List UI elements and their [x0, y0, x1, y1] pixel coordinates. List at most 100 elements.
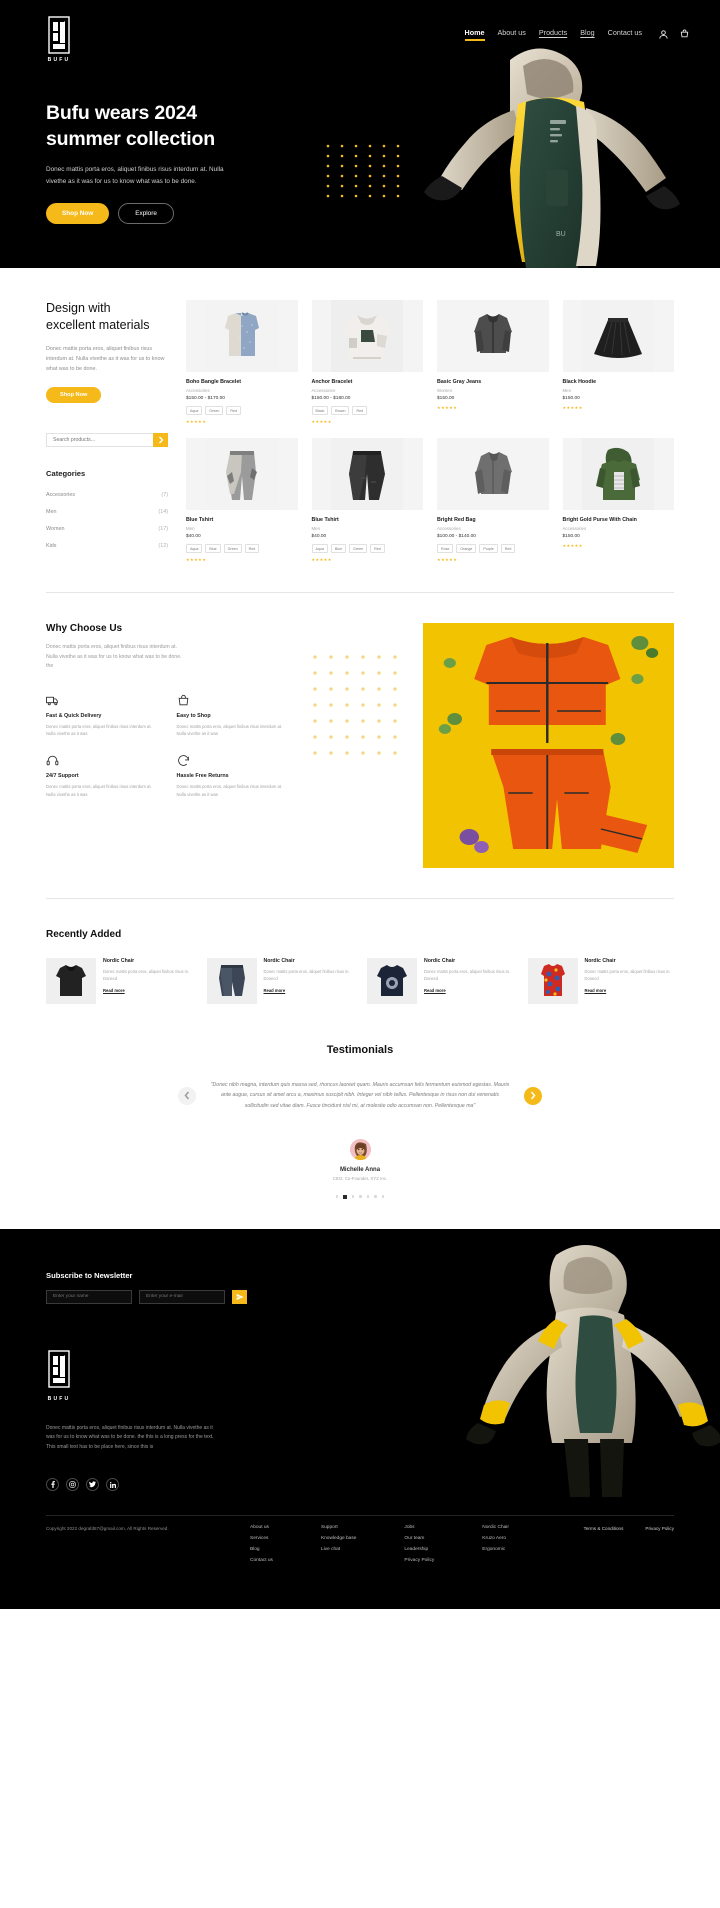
recent-item-read-more-link[interactable]: Read more: [585, 988, 675, 993]
terms-and-conditions-link[interactable]: Terms & Conditions: [584, 1526, 624, 1531]
hero-title: Bufu wears 2024 summer collection: [46, 101, 330, 152]
swatch-option[interactable]: Red: [500, 544, 516, 553]
shopping-cart-icon[interactable]: [679, 29, 690, 40]
footer-link-kruzo-aero[interactable]: Kruzo Aero: [482, 1536, 509, 1541]
footer-link-ergonomic[interactable]: Ergonomic: [482, 1547, 509, 1552]
hero-explore-button[interactable]: Explore: [118, 202, 174, 224]
footer-link-support[interactable]: Support: [321, 1525, 356, 1530]
carousel-dot[interactable]: [381, 1195, 385, 1198]
nav-link-blog[interactable]: Blog: [580, 28, 594, 41]
facebook-icon[interactable]: [46, 1478, 59, 1492]
nav-link-contact-us[interactable]: Contact us: [608, 28, 642, 41]
bufu-monogram-logo-icon: [46, 1349, 72, 1393]
product-card[interactable]: Blue Tshirt Men $40.00 Aqua Blue Green R…: [311, 438, 423, 562]
product-rating: ★★★★★: [437, 557, 458, 562]
product-price: $40.00: [186, 534, 201, 539]
search-submit-button[interactable]: [153, 432, 168, 447]
product-card[interactable]: Anchor Bracelet Accessories $150.00 - $1…: [311, 300, 423, 424]
carousel-dot-active[interactable]: [343, 1195, 347, 1199]
privacy-policy-link[interactable]: Privacy Policy: [645, 1526, 674, 1531]
swatch-option[interactable]: Green: [205, 406, 224, 415]
black-wide-leg-trousers-image: [311, 438, 423, 510]
nav-link-about-us[interactable]: About us: [498, 28, 526, 41]
swatch-option[interactable]: Red: [226, 406, 241, 415]
footer-link-blog[interactable]: Blog: [250, 1547, 273, 1552]
recent-item[interactable]: Nordic Chair Donec mattis porta eros, al…: [367, 958, 514, 1004]
footer-link-contact-us[interactable]: Contact us: [250, 1558, 273, 1563]
category-item-accessories[interactable]: Accessories (7): [46, 487, 168, 504]
footer-link-services[interactable]: Services: [250, 1536, 273, 1541]
swatch-option[interactable]: Rose: [437, 544, 454, 553]
feature-copy: Donec mattis porta eros, aliquet finibus…: [46, 723, 152, 737]
user-account-icon[interactable]: [658, 29, 669, 40]
footer-link-about-us[interactable]: About us: [250, 1525, 273, 1530]
newsletter-submit-button[interactable]: [232, 1289, 247, 1304]
footer-link-leadership[interactable]: Leadership: [404, 1547, 434, 1552]
footer-link-live-chat[interactable]: Live chat: [321, 1547, 356, 1552]
product-category: Men: [311, 526, 321, 531]
product-card[interactable]: Boho Bangle Bracelet Accessories $150.00…: [186, 300, 298, 424]
footer-link-jobs[interactable]: Jobs: [404, 1525, 434, 1530]
swatch-option[interactable]: Blue: [330, 544, 347, 553]
swatch-option[interactable]: Red: [370, 544, 385, 553]
carousel-dot[interactable]: [359, 1195, 362, 1198]
category-item-women[interactable]: Women (17): [46, 521, 168, 538]
recently-added-section: Recently Added Nordic Chair Donec mattis…: [0, 899, 720, 1004]
feature-item-hassle-free-returns: Hassle Free Returns Donec mattis porta e…: [177, 754, 292, 798]
chevron-right-icon: [530, 1091, 536, 1100]
newsletter-email-input[interactable]: [139, 1289, 225, 1304]
brand-logo[interactable]: BUFU: [46, 16, 72, 63]
swatch-option[interactable]: Blue: [205, 544, 221, 553]
nav-link-home[interactable]: Home: [464, 28, 485, 41]
footer-brand-logo[interactable]: BUFU: [46, 1349, 72, 1402]
legal-links: Terms & Conditions Privacy Policy: [584, 1526, 674, 1531]
design-section-title: Design with excellent materials: [46, 300, 168, 334]
linkedin-icon[interactable]: [106, 1478, 119, 1492]
twitter-icon[interactable]: [86, 1478, 99, 1492]
carousel-dot[interactable]: [335, 1195, 339, 1198]
instagram-icon[interactable]: [66, 1478, 79, 1492]
footer-link-knowledge-base[interactable]: Knowledge base: [321, 1536, 356, 1541]
product-card[interactable]: Bright Gold Purse With Chain Accessories…: [562, 438, 674, 562]
swatch-option[interactable]: Green: [349, 544, 368, 553]
footer-link-privacy-policy[interactable]: Privacy Policy: [404, 1558, 434, 1563]
recent-item-read-more-link[interactable]: Read more: [103, 988, 193, 993]
swatch-option[interactable]: Red: [244, 544, 260, 553]
nav-link-products[interactable]: Products: [539, 28, 567, 41]
design-shop-now-button[interactable]: Shop Now: [46, 386, 102, 403]
recent-item[interactable]: Nordic Chair Donec mattis porta eros, al…: [46, 958, 193, 1004]
footer-link-our-team[interactable]: Our team: [404, 1536, 434, 1541]
recent-item-read-more-link[interactable]: Read more: [264, 988, 354, 993]
swatch-option[interactable]: Orange: [456, 544, 477, 553]
recent-item-name: Nordic Chair: [263, 958, 295, 964]
recent-item[interactable]: Nordic Chair Donec mattis porta eros, al…: [206, 958, 354, 1004]
swatch-option[interactable]: Purple: [479, 544, 498, 553]
swatch-option[interactable]: Green: [223, 544, 242, 553]
swatch-option[interactable]: Red: [352, 406, 368, 415]
swatch-option[interactable]: Brown: [331, 406, 350, 415]
product-card[interactable]: Blue Tshirt Men $40.00 Aqua Blue Green R…: [186, 438, 298, 562]
category-item-kids[interactable]: Kids (12): [46, 538, 168, 555]
category-item-men[interactable]: Men (14): [46, 504, 168, 521]
product-card[interactable]: Bright Red Bag Accessories $100.00 - $14…: [437, 438, 549, 562]
swatch-option[interactable]: Aqua: [186, 544, 203, 553]
recent-item[interactable]: Nordic Chair Donec mattis porta eros, al…: [527, 958, 675, 1004]
testimonial-prev-button[interactable]: [178, 1086, 196, 1105]
carousel-dot[interactable]: [374, 1195, 377, 1198]
testimonial-author-role: CEO, Co-Founder, XYZ Inc.: [332, 1176, 388, 1182]
carousel-dot[interactable]: [366, 1195, 370, 1198]
search-products-input[interactable]: [46, 432, 153, 447]
swatch-option[interactable]: Aqua: [186, 406, 203, 415]
product-card[interactable]: Basic Gray Jeans Women $150.00 ★★★★★: [437, 300, 549, 424]
testimonial-next-button[interactable]: [524, 1086, 542, 1105]
carousel-dot[interactable]: [351, 1195, 355, 1198]
footer-link-nordic-chair[interactable]: Nordic Chair: [482, 1525, 509, 1530]
swatch-option[interactable]: Aqua: [311, 544, 328, 553]
swatch-option[interactable]: Black: [311, 406, 329, 415]
product-card[interactable]: Black Hoodie Men $150.00 ★★★★★: [562, 300, 674, 424]
product-swatches: Aqua Blue Green Red: [186, 544, 298, 553]
recent-item-read-more-link[interactable]: Read more: [424, 988, 514, 993]
newsletter-name-input[interactable]: [46, 1289, 132, 1304]
hero-shop-now-button[interactable]: Shop Now: [46, 202, 110, 224]
product-rating: ★★★★★: [562, 405, 583, 410]
